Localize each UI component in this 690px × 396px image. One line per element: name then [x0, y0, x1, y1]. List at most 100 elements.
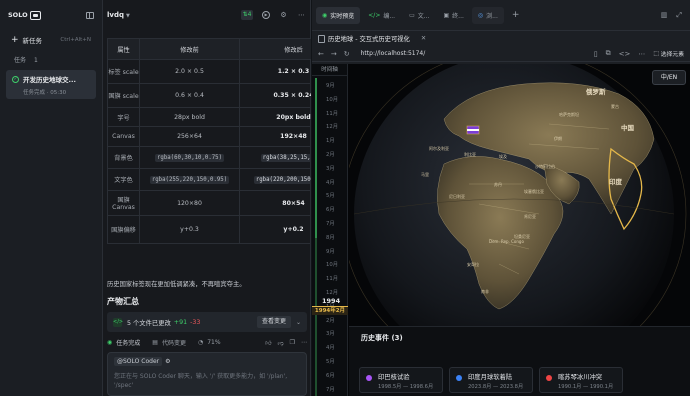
timeline-month[interactable]: 12月	[326, 122, 346, 130]
table-cell-after: rgba(38,25,15,0.8)	[239, 146, 311, 169]
agent-settings-icon[interactable]: ⚙	[165, 358, 170, 365]
timeline-month[interactable]: 3月	[326, 329, 346, 337]
map-label-southafrica: 南非	[481, 289, 489, 294]
sidebar-toggle-icon[interactable]	[86, 11, 94, 19]
table-cell-k: 国旗 scale	[107, 83, 140, 108]
cell-text: 1.2 × 0.3	[277, 68, 310, 75]
mobile-icon[interactable]: ▯	[594, 50, 598, 58]
timeline-month[interactable]: 10月	[326, 260, 346, 268]
globe-canvas[interactable]: 俄罗斯 中国 印度 哈萨克斯坦 蒙古 伊朗 沙特阿拉伯 埃及 利比亚 阿尔及利亚 苏丹 埃塞俄比亚 De…	[341, 64, 690, 380]
map-label-tanzania: 坦桑尼亚	[514, 234, 530, 239]
timeline-month[interactable]: 6月	[326, 371, 346, 379]
tab-docs[interactable]: ▭ 文...	[403, 7, 435, 24]
copy-icon[interactable]: ❐	[290, 339, 295, 347]
app-logo: SOLO	[8, 10, 41, 20]
language-toggle-button[interactable]: 中/EN	[652, 70, 686, 85]
event-name: 印巴核试验	[378, 374, 410, 381]
timeline-month[interactable]: 2月	[326, 316, 346, 324]
page-tab[interactable]: 历史地球 - 交互式历史可视化 ✕	[318, 34, 426, 43]
timeline-month[interactable]: 5月	[326, 357, 346, 365]
timeline-month[interactable]: 9月	[326, 81, 346, 89]
timeline-month[interactable]: 9月	[326, 247, 346, 255]
timeline-month[interactable]: 7月	[326, 385, 346, 393]
table-cell-after: 1.2 × 0.3	[239, 59, 311, 84]
add-tab-icon[interactable]: +	[512, 10, 520, 20]
external-link-icon[interactable]: ⧉	[606, 49, 611, 58]
tab-terminal[interactable]: ▣ 终...	[437, 7, 469, 24]
globe-icon: ◉	[322, 11, 328, 19]
chat-composer[interactable]: @SOLO Coder ⚙ 您正在与 SOLO Coder 聊天，输入 '/' …	[107, 352, 307, 396]
pick-element-button[interactable]: ⬚ 选择元素	[653, 49, 684, 59]
task-item[interactable]: ✓ 开发历史地球交... 任务完成 · 05:30	[6, 70, 96, 99]
map-label-ethiopia: 埃塞俄比亚	[524, 189, 544, 194]
table-cell-after: 20px bold	[239, 107, 311, 127]
close-icon[interactable]: ✕	[421, 35, 426, 42]
thumbs-up-icon[interactable]: 👍︎	[265, 339, 271, 347]
timeline-month[interactable]: 10月	[326, 95, 346, 103]
maximize-icon[interactable]: ⤢	[676, 11, 682, 20]
timeline-month[interactable]: 11月	[326, 109, 346, 117]
url-input[interactable]: http://localhost:5174/	[361, 50, 426, 57]
event-card[interactable]: 喀苏琴冰川冲突 1990.1月 — 1990.1月	[539, 367, 623, 393]
timeline-month[interactable]: 5月	[326, 191, 346, 199]
timeline-month[interactable]: 6月	[326, 205, 346, 213]
table-row: 字号 28px bold 20px bold	[107, 107, 311, 127]
event-name: 喀苏琴冰川冲突	[558, 374, 603, 381]
timeline-month[interactable]: 11月	[326, 274, 346, 282]
timeline-month[interactable]: 4月	[326, 343, 346, 351]
timeline-month[interactable]: 2月	[326, 150, 346, 158]
timeline-month[interactable]: 3月	[326, 164, 346, 172]
project-selector[interactable]: lvdq ▼	[107, 11, 130, 19]
code-review-label[interactable]: 代码变更	[162, 338, 186, 347]
timeline-track	[315, 78, 317, 396]
tool-tabs: ◉ 实时预览 </> 编... ▭ 文... ▣ 终... ◎ 浏... + ▥ ⤢	[312, 0, 690, 30]
status-row: ◉ 任务完成 ▤ 代码变更 ◔ 71% 👍︎ 👎︎ ❐ ⋯	[107, 338, 307, 348]
cell-text: 256×64	[177, 133, 202, 140]
timeline-month[interactable]: 1月	[326, 136, 346, 144]
thumbs-down-icon[interactable]: 👎︎	[278, 339, 284, 347]
timeline-current-marker[interactable]: 1994年2月	[312, 306, 348, 315]
timeline-month[interactable]: 12月	[326, 288, 346, 296]
new-task-label: 新任务	[22, 36, 43, 45]
timeline-month[interactable]: 8月	[326, 233, 346, 241]
event-card[interactable]: 印巴核试验 1998.5月 — 1998.6月	[359, 367, 443, 393]
cell-text: 国旗偏移	[111, 227, 136, 234]
cell-text: rgba(60,30,10,0.75)	[154, 154, 225, 162]
cursor-icon: ⬚	[653, 50, 659, 57]
more-icon[interactable]: ⋯	[301, 339, 307, 347]
tab-live-preview[interactable]: ◉ 实时预览	[316, 6, 361, 24]
forward-icon[interactable]: →	[331, 50, 337, 58]
chevron-down-icon: ▼	[125, 13, 130, 19]
devtools-icon[interactable]: <>	[619, 50, 631, 58]
products-heading: 产物汇总	[107, 297, 139, 306]
chevron-down-icon[interactable]: ⌄	[296, 319, 301, 326]
cell-text: 标签 scale	[108, 69, 139, 76]
agent-chip[interactable]: @SOLO Coder	[114, 357, 163, 366]
play-icon[interactable]: ▶	[262, 11, 270, 19]
tab-browser[interactable]: ◎ 浏...	[471, 6, 504, 24]
event-card[interactable]: 印度月球软着陆 2023.8月 — 2023.8月	[449, 367, 533, 393]
timeline[interactable]: 时间轴 9月 10月 11月 12月 1月 2月 3月 4月 5月 6月 7月 8月 9月 10月 11月 1…	[312, 64, 348, 396]
timeline-month[interactable]: 4月	[326, 178, 346, 186]
table-cell-before: 28px bold	[139, 107, 240, 127]
progress-ring-icon: ◔	[197, 339, 204, 346]
changes-badge[interactable]: ⇅4	[241, 10, 253, 20]
flag-stripe	[467, 129, 479, 131]
reload-icon[interactable]: ↻	[344, 50, 350, 58]
table-cell-k: 标签 scale	[107, 59, 140, 84]
table-row: 国旗 Canvas 120×80 80×54	[107, 190, 311, 216]
timeline-month[interactable]: 7月	[326, 219, 346, 227]
table-cell-k: Canvas	[107, 126, 140, 147]
settings-icon[interactable]: ⚙	[279, 11, 288, 20]
summary-note: 历史国家标签现在更加低调紧凑，不再喧宾夺主。	[107, 281, 246, 288]
cell-text: 120×80	[177, 199, 202, 207]
sidebar-layout-icon[interactable]: ▥	[661, 11, 668, 20]
new-task-button[interactable]: + 新任务 Ctrl+Alt+N	[6, 32, 96, 47]
table-cell-after: 0.35 × 0.24	[239, 83, 311, 108]
files-changed-card[interactable]: </> 5 个文件已更改 +91 -33 查看变更 ⌄	[107, 312, 307, 332]
back-icon[interactable]: ←	[318, 50, 324, 58]
view-changes-button[interactable]: 查看变更	[256, 316, 291, 328]
more-icon[interactable]: ⋯	[638, 50, 645, 58]
more-icon[interactable]: ⋯	[297, 11, 306, 20]
tab-editor[interactable]: </> 编...	[362, 7, 401, 24]
